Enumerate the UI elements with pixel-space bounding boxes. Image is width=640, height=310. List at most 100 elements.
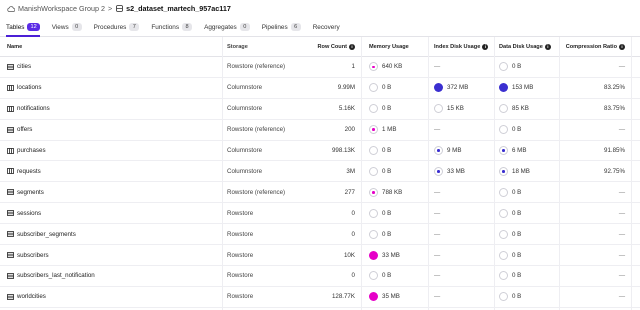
row-count: 10K xyxy=(343,251,355,259)
rowstore-table-icon xyxy=(7,252,14,258)
table-row[interactable]: segments Rowstore (reference) 277 788 KB — 0 … xyxy=(0,182,640,204)
tab-bar: Tables 12 Views 0 Procedures 7 Functions 8 A… xyxy=(0,18,640,37)
table-name: subscribers_last_notification xyxy=(17,272,95,280)
tab-functions[interactable]: Functions 8 xyxy=(151,18,193,36)
data-disk-usage-cell: 6 MB xyxy=(499,141,559,161)
table-row[interactable]: sessions Rowstore 0 0 B — 0 B — xyxy=(0,203,640,225)
column-header-name[interactable]: Name xyxy=(7,37,222,56)
tab-label: Views xyxy=(51,23,69,31)
table-row[interactable]: notifications Columnstore 5.16K 0 B 15 KB 85 … xyxy=(0,99,640,120)
row-count: 5.16K xyxy=(338,105,355,113)
table-name-cell[interactable]: locations xyxy=(7,78,222,98)
table-row[interactable]: worldcities Rowstore 128.77K 35 MB — 0 B — xyxy=(0,287,640,308)
info-icon[interactable]: i xyxy=(544,43,551,50)
row-count: 0 xyxy=(351,272,355,280)
index-disk-usage-cell: 9 MB xyxy=(434,141,494,161)
table-name-cell[interactable]: cities xyxy=(7,57,222,77)
compression-ratio: — xyxy=(618,293,625,301)
storage-type: Rowstore (reference) xyxy=(227,126,286,134)
memory-usage-gauge xyxy=(369,62,378,72)
table-name-cell[interactable]: subscriber_segments xyxy=(7,224,222,244)
table-row[interactable]: locations Columnstore 9.99M 0 B 372 MB 153 MB… xyxy=(0,78,640,99)
row-count-cell: 0 xyxy=(296,266,355,286)
rowstore-table-icon xyxy=(7,189,14,196)
column-header-label: Index Disk Usage xyxy=(434,43,481,50)
compression-ratio: — xyxy=(618,126,625,134)
info-icon[interactable]: i xyxy=(349,43,355,50)
compression-ratio-cell: — xyxy=(560,203,625,223)
tab-label: Recovery xyxy=(312,23,340,31)
memory-usage-value: 0 B xyxy=(382,167,392,175)
table-row[interactable]: requests Columnstore 3M 0 B 33 MB 18 MB 92.75% xyxy=(0,162,640,183)
table-name-cell[interactable]: offers xyxy=(7,120,222,140)
data-disk-usage-cell: 0 B xyxy=(499,224,559,244)
table-name-cell[interactable]: subscribers_last_notification xyxy=(7,266,222,286)
tab-tables[interactable]: Tables 12 xyxy=(6,18,40,37)
index-disk-usage-cell: — xyxy=(434,245,494,265)
data-disk-usage-value: 18 MB xyxy=(512,167,530,175)
compression-ratio: 92.75% xyxy=(604,167,625,175)
storage-type: Rowstore xyxy=(227,230,254,238)
index-disk-usage-cell: — xyxy=(434,287,494,307)
table-row[interactable]: subscriber_segments Rowstore 0 0 B — 0 B — xyxy=(0,224,640,246)
compression-ratio-cell: 91.85% xyxy=(560,141,625,161)
storage-type: Rowstore xyxy=(227,293,254,301)
tab-pipelines[interactable]: Pipelines 6 xyxy=(262,18,301,36)
data-disk-usage-value: 0 B xyxy=(512,251,522,259)
table-name-cell[interactable]: segments xyxy=(7,182,222,202)
row-count-cell: 277 xyxy=(296,182,355,202)
rowstore-table-icon xyxy=(7,64,14,70)
tab-count-badge: 0 xyxy=(71,23,82,31)
index-disk-usage-cell: 15 KB xyxy=(434,99,494,119)
row-count-cell: 0 xyxy=(296,203,355,223)
table-header: Name Storage Row Count i Memory Usage Ind… xyxy=(0,37,640,57)
table-row[interactable]: cities Rowstore (reference) 1 640 KB — 0 B — xyxy=(0,57,640,78)
table-row[interactable]: subscribers Rowstore 10K 33 MB — 0 B — xyxy=(0,245,640,266)
info-icon[interactable]: i xyxy=(619,43,625,50)
tab-aggregates[interactable]: Aggregates 0 xyxy=(204,18,250,36)
compression-ratio: — xyxy=(618,230,625,238)
column-header-data-disk-usage[interactable]: Data Disk Usage i xyxy=(499,37,559,56)
index-disk-usage-cell: 372 MB xyxy=(434,78,494,98)
index-disk-usage-cell: — xyxy=(434,224,494,244)
rowstore-table-icon xyxy=(7,293,14,300)
compression-ratio: — xyxy=(618,251,625,259)
column-header-memory-usage[interactable]: Memory Usage xyxy=(369,37,429,56)
column-header-compression-ratio[interactable]: Compression Ratio i xyxy=(560,37,625,56)
data-disk-usage-gauge xyxy=(499,229,508,239)
index-disk-usage-value: — xyxy=(434,230,441,238)
index-disk-usage-value: 9 MB xyxy=(447,147,462,155)
memory-usage-value: 1 MB xyxy=(382,126,397,134)
table-name-cell[interactable]: requests xyxy=(7,162,222,182)
table-name: subscriber_segments xyxy=(17,230,76,238)
table-name-cell[interactable]: worldcities xyxy=(7,287,222,307)
compression-ratio-cell: 83.75% xyxy=(560,99,625,119)
breadcrumb: ManishWorkspace Group 2 > s2_dataset_mar… xyxy=(7,3,231,14)
table-name-cell[interactable]: notifications xyxy=(7,99,222,119)
tab-procedures[interactable]: Procedures 7 xyxy=(94,18,140,36)
compression-ratio-cell: 83.25% xyxy=(560,78,625,98)
index-disk-usage-value: — xyxy=(434,272,441,280)
table-name-cell[interactable]: purchases xyxy=(7,141,222,161)
table-row[interactable]: purchases Columnstore 998.13K 0 B 9 MB 6 MB 91… xyxy=(0,141,640,162)
table-name-cell[interactable]: sessions xyxy=(7,203,222,223)
row-count: 1 xyxy=(351,63,355,71)
data-disk-usage-value: 0 B xyxy=(512,272,522,280)
info-icon[interactable]: i xyxy=(482,43,489,50)
breadcrumb-workspace[interactable]: ManishWorkspace Group 2 xyxy=(18,4,105,13)
data-disk-usage-gauge xyxy=(499,125,508,135)
compression-ratio-cell: — xyxy=(560,224,625,244)
column-header-index-disk-usage[interactable]: Index Disk Usage i xyxy=(434,37,494,56)
table-name-cell[interactable]: subscribers xyxy=(7,245,222,265)
data-disk-usage-value: 0 B xyxy=(512,126,522,134)
tab-recovery[interactable]: Recovery xyxy=(313,18,340,36)
storage-type: Rowstore (reference) xyxy=(227,63,286,71)
row-count-cell: 200 xyxy=(296,120,355,140)
table-row[interactable]: offers Rowstore (reference) 200 1 MB — 0 B — xyxy=(0,120,640,141)
table-name: purchases xyxy=(17,147,46,155)
table-row[interactable]: subscribers_last_notification Rowstore 0 0 … xyxy=(0,266,640,287)
table-name: notifications xyxy=(17,105,50,113)
column-header-row-count[interactable]: Row Count i xyxy=(296,37,355,56)
data-disk-usage-gauge xyxy=(499,250,508,260)
tab-views[interactable]: Views 0 xyxy=(52,18,82,36)
